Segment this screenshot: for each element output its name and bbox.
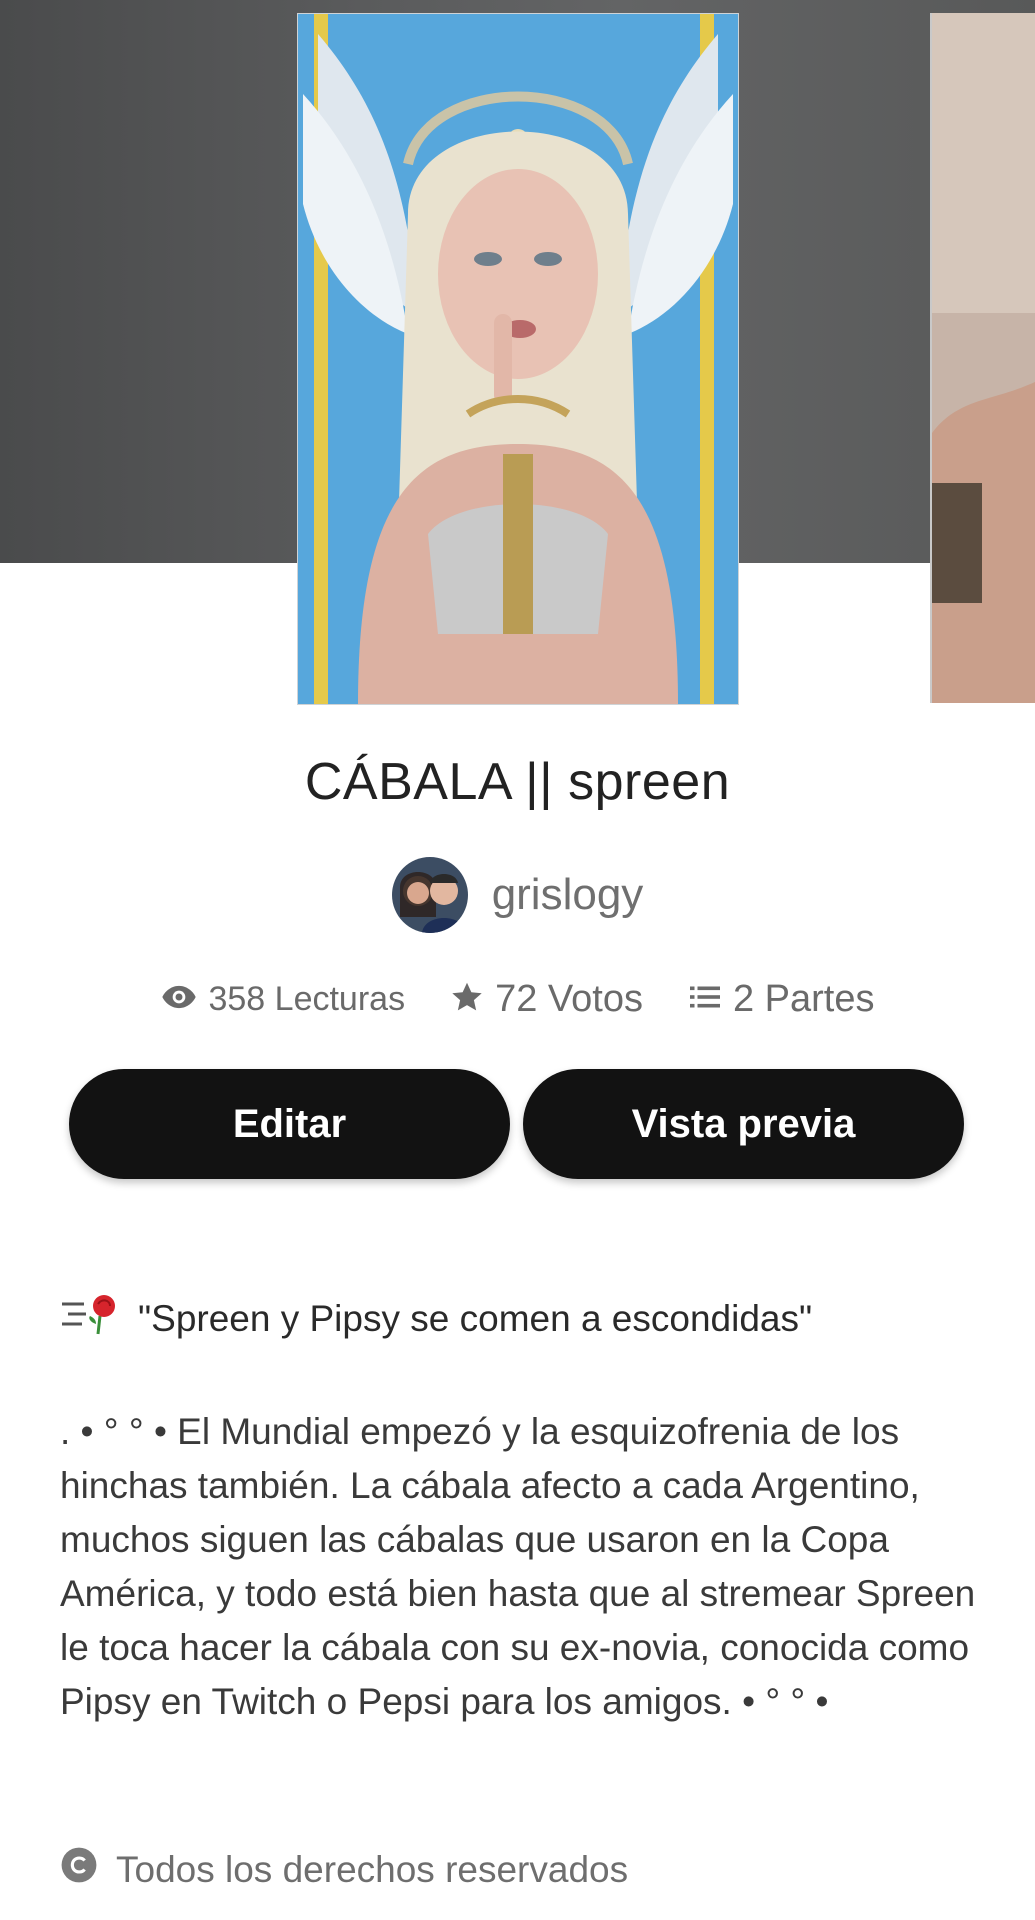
- preview-button[interactable]: Vista previa: [523, 1069, 964, 1179]
- author-row[interactable]: grislogy: [0, 857, 1035, 933]
- rose-icon: [60, 1292, 124, 1345]
- author-avatar[interactable]: [391, 857, 468, 933]
- rights-text: Todos los derechos reservados: [116, 1848, 629, 1890]
- story-stats: 358 Lecturas 72 Votos 2 Partes: [0, 978, 1035, 1021]
- story-tagline: "Spreen y Pipsy se comen a escondidas": [60, 1292, 812, 1345]
- reads-count: 358 Lecturas: [208, 980, 406, 1018]
- story-cover-image[interactable]: [297, 13, 739, 705]
- author-name[interactable]: grislogy: [492, 870, 644, 920]
- story-description: . • ° ° • El Mundial empezó y la esquizo…: [60, 1411, 976, 1722]
- star-icon: [449, 979, 485, 1020]
- stat-parts: 2 Partes: [687, 978, 875, 1021]
- stat-votes: 72 Votos: [449, 978, 643, 1021]
- list-icon: [687, 979, 723, 1020]
- votes-count: 72 Votos: [495, 978, 643, 1020]
- parts-count: 2 Partes: [732, 978, 875, 1020]
- eye-icon: [160, 978, 198, 1021]
- copyright-icon: [60, 1846, 98, 1893]
- copyright-notice: Todos los derechos reservados: [60, 1846, 628, 1893]
- edit-button[interactable]: Editar: [69, 1069, 510, 1179]
- next-story-cover[interactable]: [930, 13, 1035, 703]
- story-title: CÁBALA || spreen: [304, 753, 731, 811]
- stat-reads: 358 Lecturas: [160, 978, 405, 1021]
- tagline-text: "Spreen y Pipsy se comen a escondidas": [138, 1297, 813, 1339]
